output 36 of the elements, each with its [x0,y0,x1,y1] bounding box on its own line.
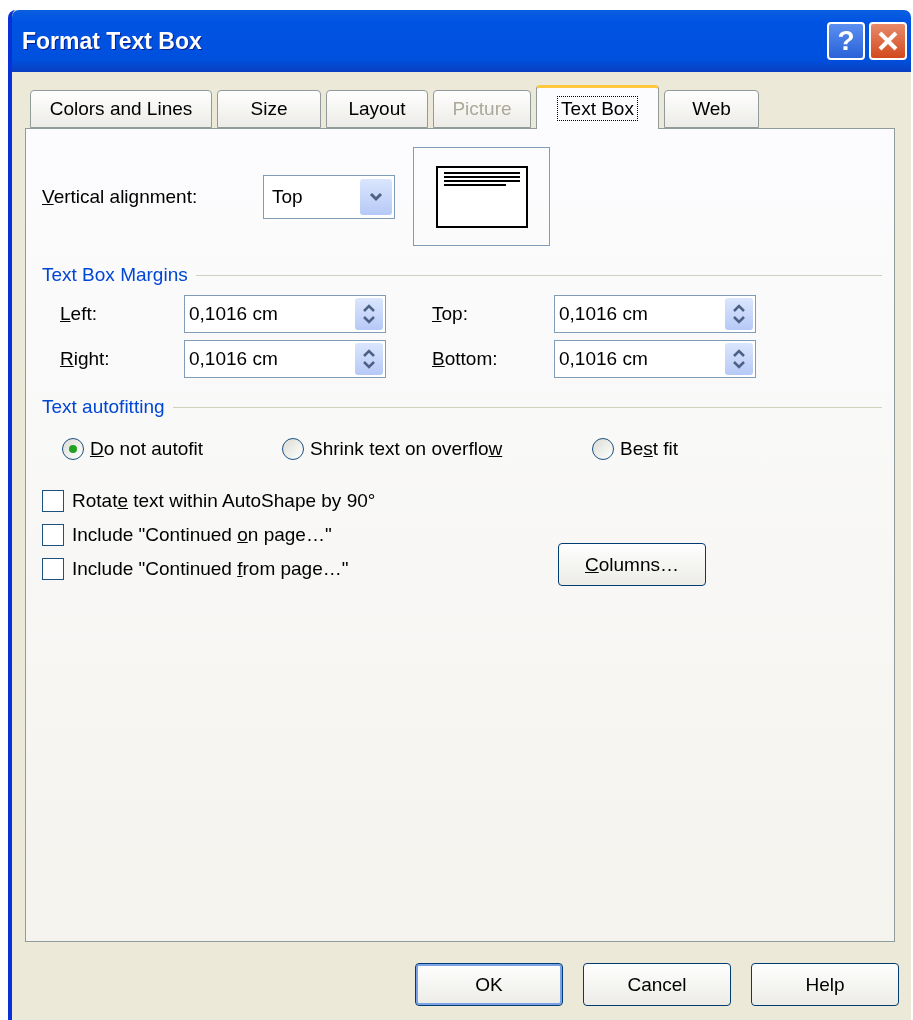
radio-option[interactable]: Best fit [592,438,792,460]
group-title: Text Box Margins [42,264,188,286]
field-label: Left: [60,303,98,325]
spin-arrows-icon [362,348,376,370]
tab[interactable]: Size [217,90,321,128]
spin-arrows-icon [732,348,746,370]
tab[interactable]: Colors and Lines [30,90,212,128]
chevron-down-icon [369,191,383,202]
spin-field[interactable]: 0,1016 cm [184,340,386,378]
field-label: Vertical alignment: [42,185,199,208]
close-button[interactable] [869,22,907,60]
dialog-button[interactable]: OK [415,963,563,1006]
columns-button[interactable]: Columns… [558,543,706,586]
dialog-button[interactable]: Cancel [583,963,731,1006]
alignment-dropdown[interactable]: Top [263,174,395,219]
radio-option[interactable]: Shrink text on overflow [282,438,592,460]
help-button[interactable]: ? [827,22,865,60]
dialog-button[interactable]: Help [751,963,899,1006]
checkbox-option[interactable]: Include "Continued from page…" [42,558,558,580]
field-label: Top: [432,303,469,325]
tab[interactable]: Text Box [536,85,659,129]
spin-arrows-icon [732,303,746,325]
tab[interactable]: Layout [326,90,428,128]
spin-field[interactable]: 0,1016 cm [554,340,756,378]
radio-option[interactable]: Do not autofit [62,438,282,460]
field-label: Bottom: [432,348,499,370]
close-icon [877,30,899,52]
spin-arrows-icon [362,303,376,325]
group-title: Text autofitting [42,396,165,418]
window-title: Format Text Box [22,27,203,55]
field-label: Right: [60,348,111,370]
spin-field[interactable]: 0,1016 cm [554,295,756,333]
checkbox-option[interactable]: Rotate text within AutoShape by 90° [42,490,558,512]
spin-field[interactable]: 0,1016 cm [184,295,386,333]
tab[interactable]: Web [664,90,759,128]
checkbox-option[interactable]: Include "Continued on page…" [42,524,558,546]
